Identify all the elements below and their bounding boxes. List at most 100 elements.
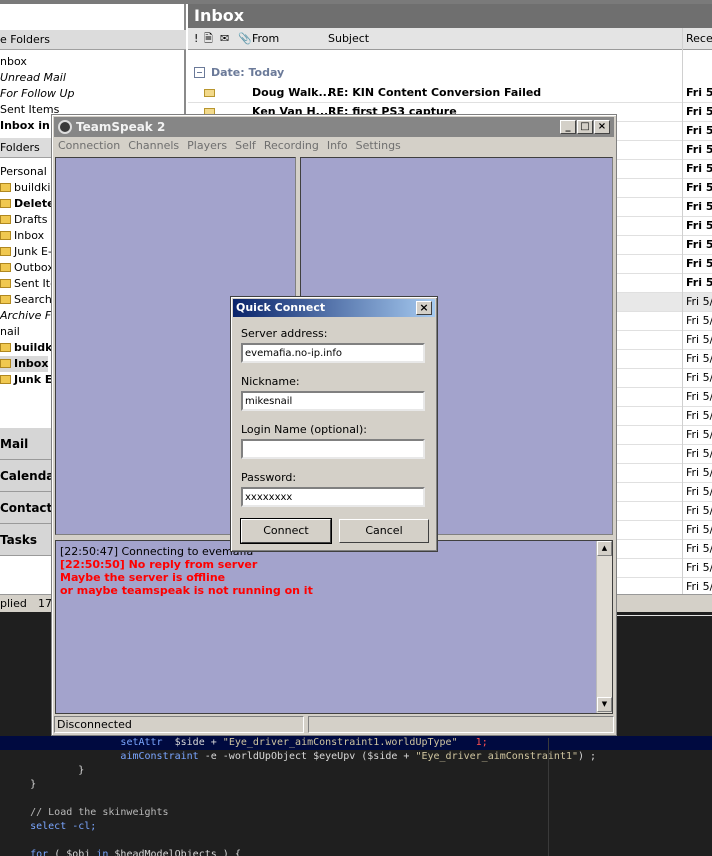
message-received: Fri 5: [686, 276, 712, 289]
password-input[interactable]: [241, 487, 425, 507]
close-icon[interactable]: ×: [594, 120, 610, 134]
sent-items-icon: [0, 279, 11, 288]
code-token: setAttr: [120, 737, 163, 748]
quick-connect-title-bar[interactable]: Quick Connect ×: [233, 299, 435, 317]
favorite-folder-item[interactable]: nbox: [0, 54, 27, 70]
folder-item[interactable]: Junk E: [0, 372, 52, 388]
code-line: setAttr $side + "Eye_driver_aimConstrain…: [0, 736, 712, 750]
flag-column-icon[interactable]: ✉: [220, 28, 229, 50]
code-token: ) ;: [578, 751, 597, 762]
maximize-icon[interactable]: □: [577, 120, 593, 134]
message-from: Doug Walk...: [252, 86, 332, 99]
message-received: Fri 5: [686, 219, 712, 232]
junk-folder-icon: [0, 375, 11, 384]
folder-label: nail: [0, 325, 20, 338]
code-token: "Eye_driver_aimConstraint1": [415, 751, 579, 762]
scroll-down-icon[interactable]: ▼: [597, 697, 612, 712]
message-received: Fri 5/: [686, 409, 712, 422]
code-token: $headModelObjects ) {: [108, 849, 241, 856]
password-label: Password:: [241, 471, 297, 484]
folder-item[interactable]: Inbox: [0, 228, 44, 244]
folder-item[interactable]: Search: [0, 292, 52, 308]
menu-info[interactable]: Info: [323, 137, 352, 155]
folder-item[interactable]: Drafts: [0, 212, 47, 228]
cancel-button[interactable]: Cancel: [339, 519, 429, 543]
group-label: Date: Today: [211, 66, 285, 79]
menu-settings[interactable]: Settings: [352, 137, 405, 155]
log-line: [22:50:47] Connecting to evemafia: [60, 545, 254, 558]
inbox-folder-icon: [0, 359, 11, 368]
attachment-column-icon[interactable]: 📎: [238, 28, 252, 50]
log-scrollbar[interactable]: ▲ ▼: [596, 541, 612, 713]
message-received: Fri 5/: [686, 485, 712, 498]
code-column-rule: [548, 738, 549, 856]
folder-item[interactable]: nail: [0, 324, 20, 340]
column-received[interactable]: Rece: [686, 28, 712, 50]
teamspeak-title-bar[interactable]: TeamSpeak 2 _ □ ×: [54, 117, 614, 137]
inbox-title: Inbox: [188, 4, 712, 28]
nav-button[interactable]: Mail: [0, 428, 52, 460]
message-row[interactable]: Doug Walk... RE: KIN Content Conversion F…: [188, 84, 712, 103]
login-name-input[interactable]: [241, 439, 425, 459]
column-from[interactable]: From: [252, 28, 279, 50]
minimize-icon[interactable]: _: [560, 120, 576, 134]
log-line: Maybe the server is offline: [60, 571, 226, 584]
message-received: Fri 5: [686, 105, 712, 118]
code-token: }: [0, 779, 37, 790]
scroll-up-icon[interactable]: ▲: [597, 541, 612, 556]
folder-item[interactable]: Sent Ite: [0, 276, 57, 292]
code-line: }: [0, 764, 712, 778]
code-line: select -cl;: [0, 820, 712, 834]
folder-item[interactable]: Inbox: [0, 356, 49, 372]
close-icon[interactable]: ×: [416, 301, 432, 315]
menu-channels[interactable]: Channels: [124, 137, 183, 155]
icon-column-icon[interactable]: 🗎: [204, 28, 213, 50]
group-header-today[interactable]: Date: Today: [188, 64, 712, 82]
received-column-divider: [682, 28, 683, 598]
message-list-header: ! 🗎 ✉ 📎 From Subject Rece: [188, 28, 712, 50]
importance-column-icon[interactable]: !: [194, 28, 198, 50]
menu-self[interactable]: Self: [231, 137, 260, 155]
code-token: for: [0, 849, 49, 856]
menu-players[interactable]: Players: [183, 137, 231, 155]
folder-label: Drafts: [14, 213, 48, 226]
code-token: select -cl;: [0, 821, 97, 832]
teamspeak-status-bar: Disconnected: [54, 715, 614, 733]
message-received: Fri 5/: [686, 466, 712, 479]
favorite-folder-item[interactable]: Unread Mail: [0, 70, 66, 86]
message-received: Fri 5/: [686, 428, 712, 441]
nav-button[interactable]: Calendar: [0, 460, 52, 492]
status-text: plied: [0, 597, 27, 610]
server-address-input[interactable]: [241, 343, 425, 363]
nav-button[interactable]: Contacts: [0, 492, 52, 524]
folder-item[interactable]: buildkin: [0, 180, 57, 196]
menu-connection[interactable]: Connection: [54, 137, 124, 155]
folder-label: For Follow Up: [0, 87, 75, 100]
column-subject[interactable]: Subject: [328, 28, 369, 50]
favorite-folder-item[interactable]: For Follow Up: [0, 86, 75, 102]
message-received: Fri 5: [686, 257, 712, 270]
message-received: Fri 5/: [686, 314, 712, 327]
nav-button[interactable]: Tasks: [0, 524, 52, 556]
collapse-icon[interactable]: [194, 67, 205, 78]
folder-item[interactable]: Junk E-: [0, 244, 52, 260]
search-folder-icon: [0, 295, 11, 304]
connection-status: Disconnected: [54, 716, 304, 733]
connect-button[interactable]: Connect: [240, 518, 332, 544]
nickname-input[interactable]: [241, 391, 425, 411]
code-token: in: [96, 849, 109, 856]
code-token: // Load the skinweights: [0, 807, 169, 818]
folder-item[interactable]: buildki: [0, 340, 56, 356]
favorite-folders-header[interactable]: e Folders: [0, 30, 186, 50]
folder-item[interactable]: Delete: [0, 196, 55, 212]
folder-label: buildki: [14, 341, 57, 354]
drafts-icon: [0, 215, 11, 224]
folder-item[interactable]: Outbox: [0, 260, 54, 276]
menu-recording[interactable]: Recording: [260, 137, 323, 155]
message-subject: RE: KIN Content Conversion Failed: [328, 86, 542, 99]
event-log[interactable]: [22:50:47] Connecting to evemafia [22:50:…: [55, 540, 613, 714]
message-received: Fri 5: [686, 200, 712, 213]
code-token: ( $obj: [48, 849, 97, 856]
code-line: aimConstraint -e -worldUpObject $eyeUpv …: [0, 750, 712, 764]
folder-label: Inbox: [14, 357, 49, 370]
